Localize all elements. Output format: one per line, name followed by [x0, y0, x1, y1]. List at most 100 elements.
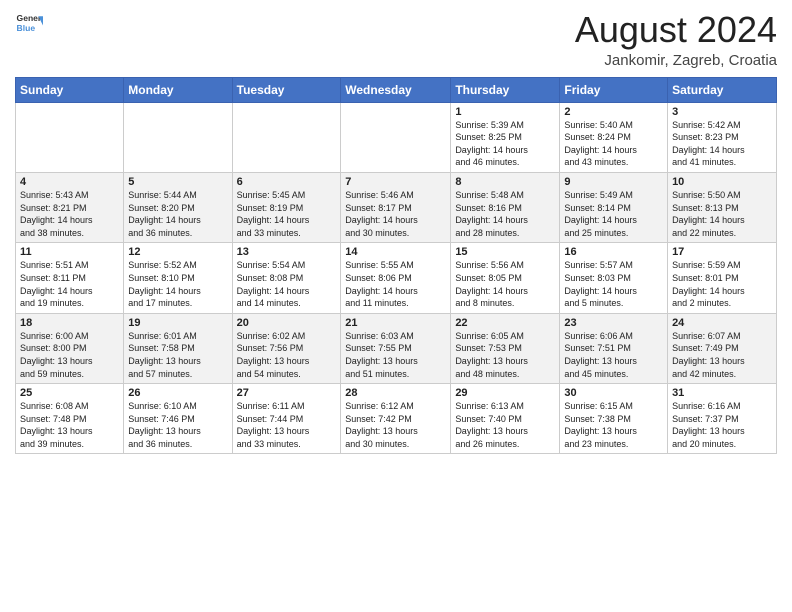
day-number: 15: [455, 246, 555, 258]
day-info: Sunrise: 6:13 AM Sunset: 7:40 PM Dayligh…: [455, 400, 555, 450]
day-info: Sunrise: 6:02 AM Sunset: 7:56 PM Dayligh…: [237, 330, 337, 380]
day-info: Sunrise: 5:55 AM Sunset: 8:06 PM Dayligh…: [345, 259, 446, 309]
day-info: Sunrise: 6:15 AM Sunset: 7:38 PM Dayligh…: [564, 400, 663, 450]
day-info: Sunrise: 5:57 AM Sunset: 8:03 PM Dayligh…: [564, 259, 663, 309]
calendar-cell: 6Sunrise: 5:45 AM Sunset: 8:19 PM Daylig…: [232, 172, 341, 242]
calendar-cell: 29Sunrise: 6:13 AM Sunset: 7:40 PM Dayli…: [451, 384, 560, 454]
day-info: Sunrise: 5:42 AM Sunset: 8:23 PM Dayligh…: [672, 119, 772, 169]
day-number: 22: [455, 317, 555, 329]
calendar-cell: 19Sunrise: 6:01 AM Sunset: 7:58 PM Dayli…: [124, 313, 232, 383]
month-year: August 2024: [575, 10, 777, 50]
day-info: Sunrise: 5:46 AM Sunset: 8:17 PM Dayligh…: [345, 189, 446, 239]
calendar-cell: 30Sunrise: 6:15 AM Sunset: 7:38 PM Dayli…: [560, 384, 668, 454]
day-info: Sunrise: 6:01 AM Sunset: 7:58 PM Dayligh…: [128, 330, 227, 380]
calendar-cell: [124, 102, 232, 172]
svg-text:General: General: [17, 13, 43, 23]
day-number: 23: [564, 317, 663, 329]
col-header-sunday: Sunday: [16, 77, 124, 102]
calendar-cell: 4Sunrise: 5:43 AM Sunset: 8:21 PM Daylig…: [16, 172, 124, 242]
day-info: Sunrise: 6:10 AM Sunset: 7:46 PM Dayligh…: [128, 400, 227, 450]
day-number: 30: [564, 387, 663, 399]
header: General Blue August 2024 Jankomir, Zagre…: [15, 10, 777, 69]
calendar-cell: 10Sunrise: 5:50 AM Sunset: 8:13 PM Dayli…: [668, 172, 777, 242]
day-number: 31: [672, 387, 772, 399]
day-number: 8: [455, 176, 555, 188]
day-info: Sunrise: 6:00 AM Sunset: 8:00 PM Dayligh…: [20, 330, 119, 380]
calendar-cell: 24Sunrise: 6:07 AM Sunset: 7:49 PM Dayli…: [668, 313, 777, 383]
calendar-cell: 1Sunrise: 5:39 AM Sunset: 8:25 PM Daylig…: [451, 102, 560, 172]
col-header-saturday: Saturday: [668, 77, 777, 102]
day-number: 4: [20, 176, 119, 188]
calendar-cell: 26Sunrise: 6:10 AM Sunset: 7:46 PM Dayli…: [124, 384, 232, 454]
calendar-cell: 16Sunrise: 5:57 AM Sunset: 8:03 PM Dayli…: [560, 243, 668, 313]
calendar-cell: 13Sunrise: 5:54 AM Sunset: 8:08 PM Dayli…: [232, 243, 341, 313]
day-info: Sunrise: 5:56 AM Sunset: 8:05 PM Dayligh…: [455, 259, 555, 309]
day-info: Sunrise: 5:39 AM Sunset: 8:25 PM Dayligh…: [455, 119, 555, 169]
day-number: 25: [20, 387, 119, 399]
col-header-friday: Friday: [560, 77, 668, 102]
day-info: Sunrise: 5:45 AM Sunset: 8:19 PM Dayligh…: [237, 189, 337, 239]
calendar-cell: [341, 102, 451, 172]
day-number: 7: [345, 176, 446, 188]
day-info: Sunrise: 5:49 AM Sunset: 8:14 PM Dayligh…: [564, 189, 663, 239]
day-number: 1: [455, 106, 555, 118]
calendar-cell: 20Sunrise: 6:02 AM Sunset: 7:56 PM Dayli…: [232, 313, 341, 383]
day-number: 9: [564, 176, 663, 188]
calendar-cell: 7Sunrise: 5:46 AM Sunset: 8:17 PM Daylig…: [341, 172, 451, 242]
calendar-cell: 15Sunrise: 5:56 AM Sunset: 8:05 PM Dayli…: [451, 243, 560, 313]
day-info: Sunrise: 5:59 AM Sunset: 8:01 PM Dayligh…: [672, 259, 772, 309]
day-number: 11: [20, 246, 119, 258]
day-number: 21: [345, 317, 446, 329]
day-number: 20: [237, 317, 337, 329]
calendar-cell: 25Sunrise: 6:08 AM Sunset: 7:48 PM Dayli…: [16, 384, 124, 454]
calendar-cell: 14Sunrise: 5:55 AM Sunset: 8:06 PM Dayli…: [341, 243, 451, 313]
day-info: Sunrise: 6:06 AM Sunset: 7:51 PM Dayligh…: [564, 330, 663, 380]
col-header-wednesday: Wednesday: [341, 77, 451, 102]
logo-icon: General Blue: [15, 10, 43, 38]
day-info: Sunrise: 6:11 AM Sunset: 7:44 PM Dayligh…: [237, 400, 337, 450]
day-info: Sunrise: 5:54 AM Sunset: 8:08 PM Dayligh…: [237, 259, 337, 309]
day-number: 24: [672, 317, 772, 329]
day-number: 17: [672, 246, 772, 258]
day-info: Sunrise: 5:52 AM Sunset: 8:10 PM Dayligh…: [128, 259, 227, 309]
location: Jankomir, Zagreb, Croatia: [575, 52, 777, 69]
calendar-cell: 18Sunrise: 6:00 AM Sunset: 8:00 PM Dayli…: [16, 313, 124, 383]
day-info: Sunrise: 6:03 AM Sunset: 7:55 PM Dayligh…: [345, 330, 446, 380]
week-row-1: 1Sunrise: 5:39 AM Sunset: 8:25 PM Daylig…: [16, 102, 777, 172]
day-info: Sunrise: 6:12 AM Sunset: 7:42 PM Dayligh…: [345, 400, 446, 450]
day-info: Sunrise: 6:16 AM Sunset: 7:37 PM Dayligh…: [672, 400, 772, 450]
calendar-cell: 5Sunrise: 5:44 AM Sunset: 8:20 PM Daylig…: [124, 172, 232, 242]
title-block: August 2024 Jankomir, Zagreb, Croatia: [575, 10, 777, 69]
calendar-header-row: SundayMondayTuesdayWednesdayThursdayFrid…: [16, 77, 777, 102]
day-number: 19: [128, 317, 227, 329]
col-header-monday: Monday: [124, 77, 232, 102]
calendar: SundayMondayTuesdayWednesdayThursdayFrid…: [15, 77, 777, 455]
day-info: Sunrise: 6:08 AM Sunset: 7:48 PM Dayligh…: [20, 400, 119, 450]
day-number: 16: [564, 246, 663, 258]
day-number: 5: [128, 176, 227, 188]
week-row-3: 11Sunrise: 5:51 AM Sunset: 8:11 PM Dayli…: [16, 243, 777, 313]
col-header-thursday: Thursday: [451, 77, 560, 102]
calendar-cell: [232, 102, 341, 172]
calendar-cell: 2Sunrise: 5:40 AM Sunset: 8:24 PM Daylig…: [560, 102, 668, 172]
day-info: Sunrise: 6:05 AM Sunset: 7:53 PM Dayligh…: [455, 330, 555, 380]
day-number: 10: [672, 176, 772, 188]
logo: General Blue: [15, 10, 43, 38]
calendar-cell: 9Sunrise: 5:49 AM Sunset: 8:14 PM Daylig…: [560, 172, 668, 242]
day-number: 3: [672, 106, 772, 118]
day-info: Sunrise: 5:40 AM Sunset: 8:24 PM Dayligh…: [564, 119, 663, 169]
day-info: Sunrise: 5:44 AM Sunset: 8:20 PM Dayligh…: [128, 189, 227, 239]
day-number: 13: [237, 246, 337, 258]
day-number: 28: [345, 387, 446, 399]
day-number: 2: [564, 106, 663, 118]
calendar-cell: 8Sunrise: 5:48 AM Sunset: 8:16 PM Daylig…: [451, 172, 560, 242]
week-row-2: 4Sunrise: 5:43 AM Sunset: 8:21 PM Daylig…: [16, 172, 777, 242]
day-number: 6: [237, 176, 337, 188]
week-row-5: 25Sunrise: 6:08 AM Sunset: 7:48 PM Dayli…: [16, 384, 777, 454]
calendar-cell: 17Sunrise: 5:59 AM Sunset: 8:01 PM Dayli…: [668, 243, 777, 313]
day-number: 18: [20, 317, 119, 329]
calendar-cell: 22Sunrise: 6:05 AM Sunset: 7:53 PM Dayli…: [451, 313, 560, 383]
svg-text:Blue: Blue: [17, 23, 36, 33]
day-info: Sunrise: 5:48 AM Sunset: 8:16 PM Dayligh…: [455, 189, 555, 239]
day-info: Sunrise: 5:51 AM Sunset: 8:11 PM Dayligh…: [20, 259, 119, 309]
